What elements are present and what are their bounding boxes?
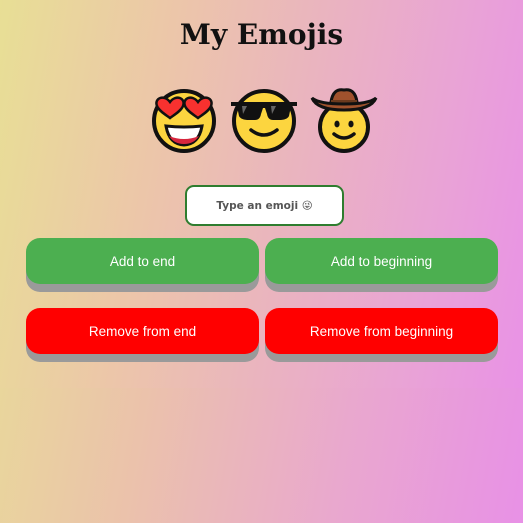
heart-eyes-face-icon xyxy=(149,84,219,154)
page-title: My Emojis xyxy=(179,18,344,51)
sunglasses-face-icon xyxy=(229,84,299,154)
cowboy-face-icon xyxy=(309,84,379,154)
add-to-beginning-button[interactable]: Add to beginning xyxy=(265,238,498,284)
emoji-list xyxy=(149,84,381,156)
remove-from-end-button[interactable]: Remove from end xyxy=(26,308,259,354)
emoji-input[interactable] xyxy=(185,185,344,226)
remove-from-beginning-button[interactable]: Remove from beginning xyxy=(265,308,498,354)
add-to-end-button[interactable]: Add to end xyxy=(26,238,259,284)
